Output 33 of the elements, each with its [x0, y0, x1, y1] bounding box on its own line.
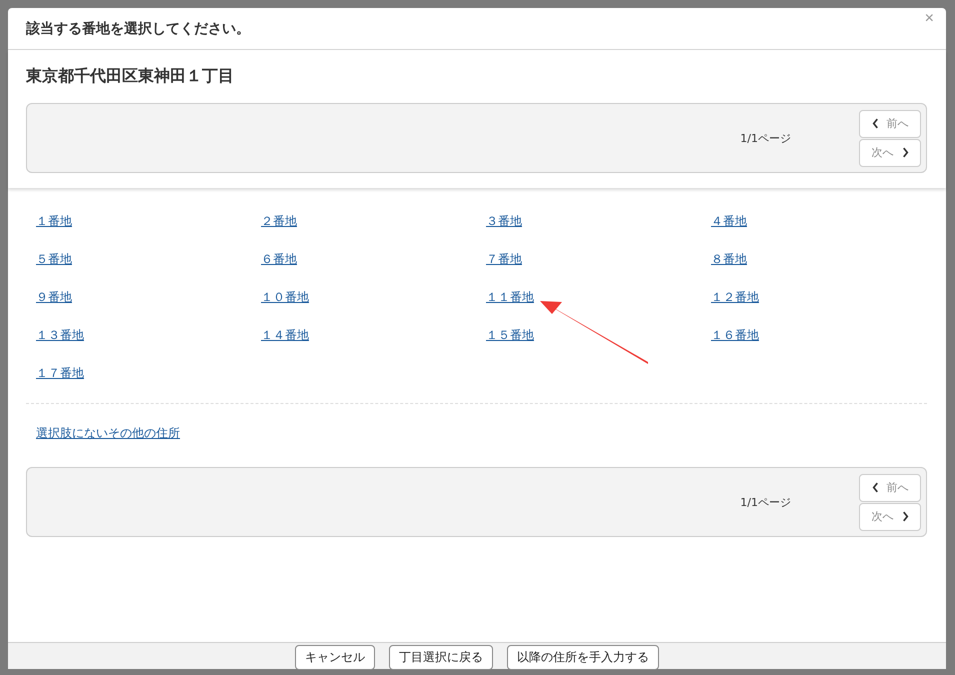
- address-link[interactable]: １７番地: [36, 364, 84, 383]
- footer-button[interactable]: 以降の住所を手入力する: [507, 645, 659, 670]
- address-link[interactable]: ８番地: [711, 250, 747, 269]
- address-link[interactable]: １２番地: [711, 288, 759, 307]
- address-link[interactable]: ９番地: [36, 288, 72, 307]
- footer-button[interactable]: キャンセル: [295, 645, 375, 670]
- dialog-title: 該当する番地を選択してください。: [26, 20, 251, 38]
- previous-button[interactable]: 前へ: [859, 110, 921, 138]
- page-count: 1/1ページ: [740, 494, 791, 510]
- footer-button[interactable]: 丁目選択に戻る: [389, 645, 493, 670]
- address-link[interactable]: ３番地: [486, 212, 522, 231]
- next-button[interactable]: 次へ: [859, 502, 921, 530]
- next-button[interactable]: 次へ: [859, 138, 921, 166]
- address-link[interactable]: ２番地: [261, 212, 297, 231]
- address-link[interactable]: １０番地: [261, 288, 309, 307]
- chevron-left-icon: [872, 482, 878, 493]
- address-heading: 東京都千代田区東神田１丁目: [26, 66, 235, 87]
- address-link[interactable]: ７番地: [486, 250, 522, 269]
- address-link[interactable]: ４番地: [711, 212, 747, 231]
- address-link[interactable]: １６番地: [711, 326, 759, 345]
- chevron-right-icon: [902, 147, 908, 158]
- previous-button[interactable]: 前へ: [859, 474, 921, 502]
- address-link[interactable]: １４番地: [261, 326, 309, 345]
- address-link[interactable]: １３番地: [36, 326, 84, 345]
- address-link[interactable]: １５番地: [486, 326, 534, 345]
- address-link[interactable]: １１番地: [486, 288, 534, 307]
- chevron-right-icon: [902, 511, 908, 522]
- address-link[interactable]: ５番地: [36, 250, 72, 269]
- page-count: 1/1ページ: [740, 130, 791, 146]
- chevron-left-icon: [872, 118, 878, 129]
- address-link[interactable]: ６番地: [261, 250, 297, 269]
- address-link[interactable]: １番地: [36, 212, 72, 231]
- other-address-link[interactable]: 選択肢にないその他の住所: [36, 426, 180, 440]
